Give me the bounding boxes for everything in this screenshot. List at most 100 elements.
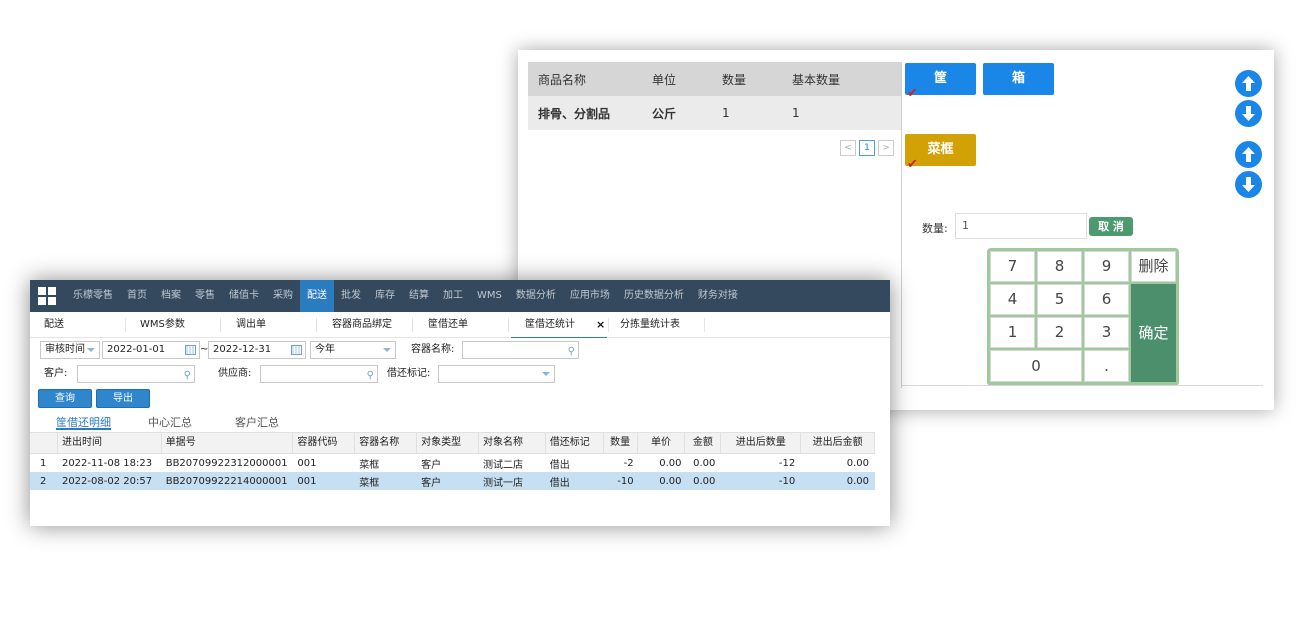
date-to-value: 2022-12-31: [213, 344, 272, 355]
tab-center-summary[interactable]: 中心汇总: [148, 414, 192, 430]
calendar-icon: [291, 345, 302, 355]
key-6[interactable]: 6: [1084, 284, 1129, 315]
delete-key[interactable]: 删除: [1131, 251, 1176, 282]
header-qty-after[interactable]: 进出后数量: [721, 432, 802, 454]
nav-item-processing[interactable]: 加工: [436, 280, 470, 312]
product-table-header: 商品名称 单位 数量 基本数量: [528, 62, 901, 96]
detail-grid: 进出时间 单据号 容器代码 容器名称 对象类型 对象名称 借还标记 数量 单价 …: [30, 432, 875, 490]
header-doc-number[interactable]: 单据号: [162, 432, 294, 454]
tab-wms-params[interactable]: WMS参数: [140, 312, 185, 338]
tab-borrow-return-detail[interactable]: 筐借还明细: [56, 414, 111, 430]
date-from-field[interactable]: 2022-01-01: [102, 341, 200, 359]
tab-separator: [508, 318, 509, 332]
close-tab-icon[interactable]: ×: [596, 312, 605, 338]
key-7[interactable]: 7: [990, 251, 1035, 282]
tab-separator: [412, 318, 413, 332]
container-name-input[interactable]: ⚲: [462, 341, 579, 359]
key-5[interactable]: 5: [1037, 284, 1082, 315]
app-logo-icon: [38, 287, 56, 305]
header-unit-price[interactable]: 单价: [638, 432, 686, 454]
arrow-down-icon[interactable]: [1235, 100, 1262, 127]
cell-container-name: 菜框: [359, 459, 380, 471]
nav-item-home[interactable]: 首页: [120, 280, 154, 312]
query-button[interactable]: 查询: [38, 389, 92, 408]
supplier-input[interactable]: ⚲: [260, 365, 378, 383]
cell-borrow-flag: 借出: [549, 459, 570, 471]
header-container-code[interactable]: 容器代码: [293, 432, 356, 454]
key-4[interactable]: 4: [990, 284, 1035, 315]
arrow-up-icon[interactable]: [1235, 141, 1262, 168]
cell-container-name: 菜框: [359, 477, 380, 489]
pager-page-1[interactable]: 1: [859, 140, 875, 156]
header-borrow-flag[interactable]: 借还标记: [546, 432, 604, 454]
search-icon[interactable]: ⚲: [184, 368, 191, 384]
arrow-down-icon[interactable]: [1235, 171, 1262, 198]
date-type-value: 审核时间: [45, 344, 85, 355]
quantity-input[interactable]: 1: [955, 213, 1087, 239]
nav-item-app-market[interactable]: 应用市场: [563, 280, 617, 312]
table-row[interactable]: 排骨、分割品 公斤 1 1: [528, 96, 901, 130]
key-3[interactable]: 3: [1084, 317, 1129, 348]
key-9[interactable]: 9: [1084, 251, 1129, 282]
search-icon[interactable]: ⚲: [367, 368, 374, 384]
nav-item-history-analysis[interactable]: 历史数据分析: [617, 280, 691, 312]
dropdown-arrow-icon: [542, 372, 550, 376]
date-to-field[interactable]: 2022-12-31: [208, 341, 306, 359]
header-time[interactable]: 进出时间: [58, 432, 162, 454]
nav-item-finance-integration[interactable]: 财务对接: [691, 280, 745, 312]
key-decimal[interactable]: .: [1084, 350, 1129, 382]
period-select[interactable]: 今年: [310, 341, 396, 359]
header-container-name[interactable]: 容器名称: [355, 432, 418, 454]
header-amount[interactable]: 金额: [685, 432, 722, 454]
cell-amount: 0.00: [693, 475, 716, 487]
nav-item-settlement[interactable]: 结算: [402, 280, 436, 312]
nav-item-distribution[interactable]: 配送: [300, 280, 334, 312]
header-object-type[interactable]: 对象类型: [417, 432, 479, 454]
nav-item-purchase[interactable]: 采购: [266, 280, 300, 312]
tab-customer-summary[interactable]: 客户汇总: [235, 414, 279, 430]
date-type-select[interactable]: 审核时间: [40, 341, 100, 359]
tab-basket-borrow-return-stats[interactable]: 筐借还统计: [511, 312, 607, 338]
nav-item-data-analysis[interactable]: 数据分析: [509, 280, 563, 312]
key-1[interactable]: 1: [990, 317, 1035, 348]
calendar-icon: [185, 345, 196, 355]
cell-qty-after: -12: [778, 457, 796, 469]
nav-item-archive[interactable]: 档案: [154, 280, 188, 312]
nav-item-wms[interactable]: WMS: [470, 280, 509, 312]
nav-item-stored-value-card[interactable]: 储值卡: [222, 280, 266, 312]
tab-basket-borrow-return-order[interactable]: 筐借还单: [428, 312, 468, 338]
tab-transfer-out[interactable]: 调出单: [236, 312, 266, 338]
container-box-button[interactable]: 箱: [983, 63, 1054, 95]
header-quantity[interactable]: 数量: [604, 432, 638, 454]
nav-item-brand[interactable]: 乐檬零售: [66, 280, 120, 312]
table-row[interactable]: 1 2022-11-08 18:23 BB20709922312000001 0…: [30, 454, 875, 472]
tab-distribution[interactable]: 配送: [44, 312, 64, 338]
customer-label: 客户:: [44, 368, 68, 379]
borrow-flag-select[interactable]: [438, 365, 555, 383]
pager-prev-button[interactable]: <: [840, 140, 856, 156]
confirm-key[interactable]: 确定: [1131, 284, 1176, 382]
table-row[interactable]: 2 2022-08-02 20:57 BB20709922214000001 0…: [30, 472, 875, 490]
arrow-up-icon[interactable]: [1235, 70, 1262, 97]
pager-next-button[interactable]: >: [878, 140, 894, 156]
cancel-button[interactable]: 取 消: [1089, 217, 1133, 236]
key-2[interactable]: 2: [1037, 317, 1082, 348]
key-8[interactable]: 8: [1037, 251, 1082, 282]
nav-item-wholesale[interactable]: 批发: [334, 280, 368, 312]
tab-sorting-volume-stats[interactable]: 分拣量统计表: [620, 312, 680, 338]
key-0[interactable]: 0: [990, 350, 1082, 382]
header-object-name[interactable]: 对象名称: [479, 432, 546, 454]
nav-item-retail[interactable]: 零售: [188, 280, 222, 312]
header-base-quantity: 基本数量: [792, 72, 841, 87]
quantity-label: 数量:: [922, 222, 948, 235]
export-button[interactable]: 导出: [96, 389, 150, 408]
customer-input[interactable]: ⚲: [77, 365, 195, 383]
tab-separator: [125, 318, 126, 332]
tab-container-product-binding[interactable]: 容器商品绑定: [332, 312, 392, 338]
cell-object-type: 客户: [421, 477, 442, 489]
header-amount-after[interactable]: 进出后金额: [801, 432, 875, 454]
search-icon[interactable]: ⚲: [568, 344, 575, 360]
nav-item-inventory[interactable]: 库存: [368, 280, 402, 312]
top-nav: 乐檬零售 首页 档案 零售 储值卡 采购 配送 批发 库存 结算 加工 WMS …: [30, 280, 890, 312]
panel-divider: [901, 62, 902, 388]
